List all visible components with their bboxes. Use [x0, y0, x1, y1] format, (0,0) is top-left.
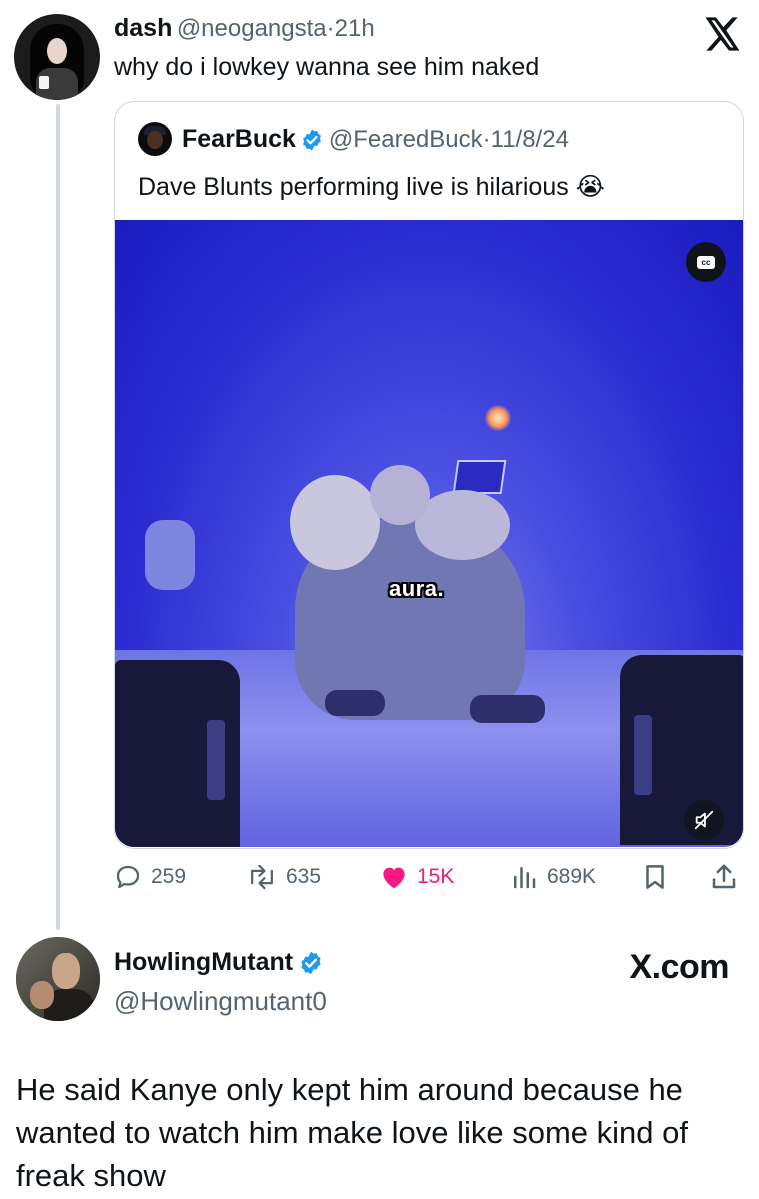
verified-badge-icon [298, 950, 324, 981]
author-name[interactable]: dash [114, 14, 172, 42]
closed-captions-button[interactable]: cc [686, 242, 726, 282]
views-chart-icon [514, 867, 536, 889]
cc-icon: cc [697, 255, 715, 269]
performer-shoe [470, 695, 545, 723]
separator-dot: · [482, 126, 491, 153]
stage-monitor [452, 460, 507, 494]
quoted-author-handle[interactable]: @FearedBuck [329, 126, 483, 153]
share-button[interactable] [709, 862, 739, 892]
quoted-author-name[interactable]: FearBuck [182, 125, 296, 153]
share-icon [712, 864, 736, 889]
background-person [145, 520, 195, 590]
like-count: 15K [417, 865, 455, 888]
reply-icon [116, 865, 140, 889]
quoted-text-row: Dave Blunts performing live is hilarious… [138, 172, 605, 202]
reply-author-handle[interactable]: @Howlingmutant0 [114, 986, 327, 1017]
views-button[interactable]: 689K [509, 862, 596, 892]
bookmark-button[interactable] [640, 862, 670, 892]
performer-head [370, 465, 430, 525]
stage-speaker-right [620, 655, 743, 845]
reply-button[interactable]: 259 [113, 862, 186, 892]
performer-shoe [325, 690, 385, 716]
reply-count: 259 [151, 865, 187, 888]
like-button[interactable]: 15K [379, 862, 454, 892]
video-player[interactable]: aura. cc [115, 220, 743, 847]
performer-arm [290, 475, 380, 570]
tweet-time[interactable]: 21h [335, 15, 375, 42]
repost-button[interactable]: 635 [246, 862, 321, 892]
repost-count: 635 [286, 865, 322, 888]
verified-badge-icon [300, 128, 324, 157]
bookmark-icon [646, 865, 664, 889]
reply-author-name[interactable]: HowlingMutant [114, 948, 293, 976]
video-caption: aura. [389, 576, 445, 601]
repost-icon [251, 864, 273, 890]
crying-emoji: 😭 [575, 173, 605, 201]
quoted-text: Dave Blunts performing live is hilarious [138, 173, 569, 201]
stage-light [485, 405, 511, 431]
x-com-brand: X.com [629, 948, 729, 986]
avatar-howlingmutant[interactable] [16, 937, 100, 1021]
tweet-action-bar: 259 635 15K 689K [113, 862, 743, 898]
avatar-dash[interactable] [14, 14, 100, 100]
tweet-header: dash @neogangsta·21h [114, 14, 375, 43]
thread-connector-line [56, 104, 60, 930]
stage-speaker-left [115, 660, 240, 847]
author-handle[interactable]: @neogangsta [177, 15, 327, 42]
reply-text: He said Kanye only kept him around becau… [16, 1072, 688, 1193]
heart-icon [383, 867, 405, 889]
quoted-date[interactable]: 11/8/24 [491, 126, 569, 153]
tweet-text: why do i lowkey wanna see him naked [114, 53, 540, 81]
avatar-fearbuck[interactable] [138, 122, 172, 156]
speaker-muted-icon [694, 810, 714, 830]
quoted-header: FearBuck @FearedBuck·11/8/24 [182, 125, 569, 157]
reply-header: HowlingMutant [114, 948, 324, 981]
views-count: 689K [547, 865, 597, 888]
separator-dot: · [326, 15, 335, 42]
x-logo-icon [701, 14, 741, 54]
mute-button[interactable] [684, 800, 724, 840]
